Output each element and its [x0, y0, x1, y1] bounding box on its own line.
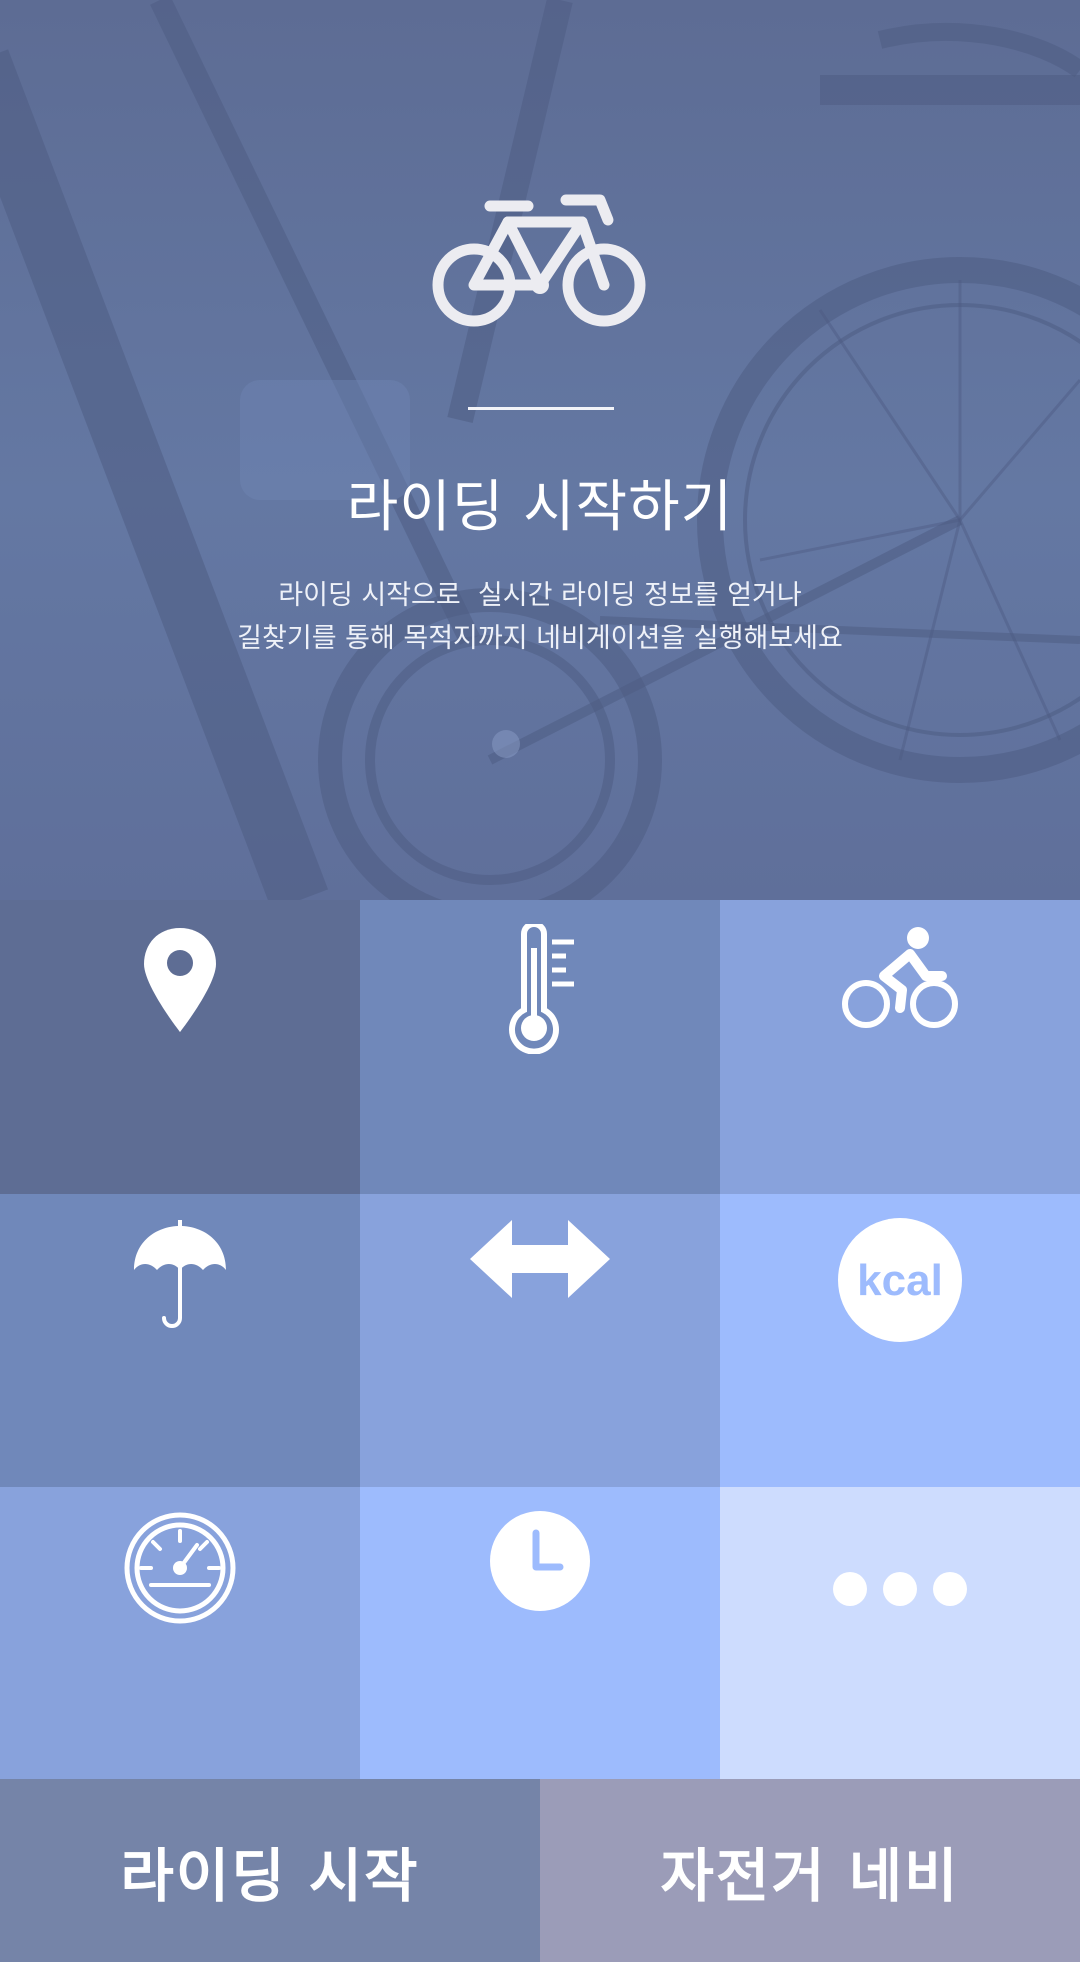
- tile-calories[interactable]: kcal: [720, 1194, 1080, 1487]
- hero-description: 라이딩 시작으로 실시간 라이딩 정보를 얻거나 길찾기를 통해 목적지까지 네…: [0, 574, 1080, 660]
- ride-info-grid: kcal: [0, 900, 1080, 1779]
- bottom-actions: 라이딩 시작 자전거 네비: [0, 1779, 1080, 1962]
- more-icon: [833, 1572, 967, 1606]
- tile-location[interactable]: [0, 900, 360, 1194]
- page-title: 라이딩 시작하기: [346, 475, 734, 540]
- tile-distance[interactable]: [360, 1194, 720, 1487]
- clock-icon: [490, 1511, 590, 1611]
- tile-speed[interactable]: [0, 1487, 360, 1779]
- start-riding-button[interactable]: 라이딩 시작: [0, 1779, 540, 1962]
- bike-navi-label: 자전거 네비: [660, 1841, 960, 1910]
- thermometer-icon: [509, 924, 574, 1054]
- bicycle-icon: [432, 194, 646, 327]
- title-divider: [468, 407, 614, 410]
- start-riding-label: 라이딩 시작: [120, 1841, 420, 1910]
- tile-temperature[interactable]: [360, 900, 720, 1194]
- umbrella-icon: [134, 1220, 226, 1328]
- hero-section: 라이딩 시작하기 라이딩 시작으로 실시간 라이딩 정보를 얻거나 길찾기를 통…: [0, 0, 1080, 900]
- description-line: 길찾기를 통해 목적지까지 네비게이션을 실행해보세요: [237, 623, 843, 654]
- description-line: 라이딩 시작으로 실시간 라이딩 정보를 얻거나: [278, 580, 802, 611]
- bike-navi-button[interactable]: 자전거 네비: [540, 1779, 1080, 1962]
- speedometer-icon: [124, 1512, 236, 1624]
- tile-weather[interactable]: [0, 1194, 360, 1487]
- map-pin-icon: [144, 928, 216, 1032]
- distance-arrows-icon: [470, 1220, 610, 1298]
- tile-time[interactable]: [360, 1487, 720, 1779]
- kcal-icon: kcal: [838, 1218, 962, 1342]
- tile-riding[interactable]: [720, 900, 1080, 1194]
- tile-more[interactable]: [720, 1487, 1080, 1779]
- cyclist-icon: [842, 927, 958, 1028]
- kcal-label: kcal: [857, 1256, 943, 1305]
